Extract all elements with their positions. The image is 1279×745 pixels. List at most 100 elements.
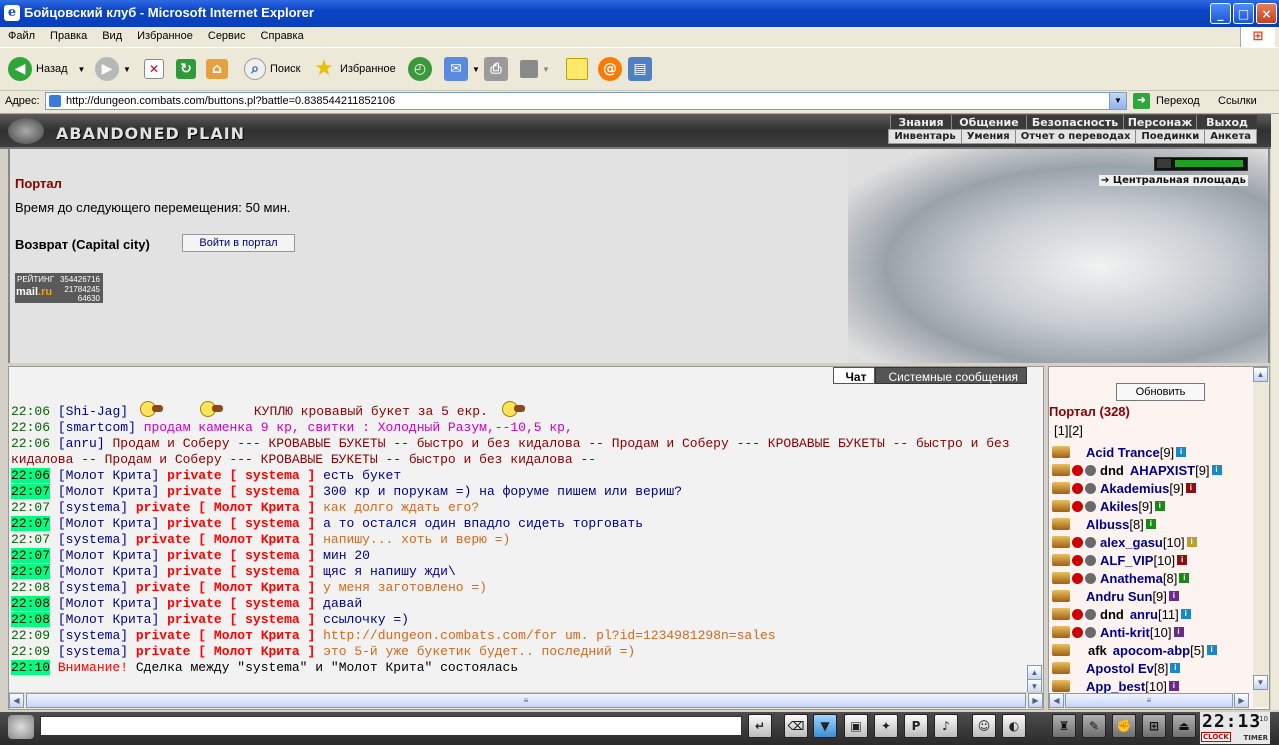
nav-knowledge[interactable]: Знания <box>890 115 951 129</box>
chat-nick[interactable]: [systema] <box>58 628 128 643</box>
scroll-icon[interactable]: ✎ <box>1082 714 1106 738</box>
chat-nick[interactable]: [Молот Крита] <box>58 548 159 563</box>
minimize-icon[interactable]: _ <box>1210 3 1231 24</box>
chevron-down-icon[interactable]: ▼ <box>1109 93 1126 109</box>
info-icon[interactable]: i <box>1154 501 1165 511</box>
scroll-left-icon[interactable]: ◀ <box>1049 693 1064 708</box>
chat-nick[interactable]: [smartcom] <box>58 420 136 435</box>
user-name[interactable]: Akademius <box>1100 481 1169 496</box>
links-button[interactable]: Ссылки <box>1218 95 1257 107</box>
chat-time[interactable]: 22:10 <box>11 660 51 675</box>
info-icon[interactable]: i <box>1170 663 1181 673</box>
page-scrollbar[interactable] <box>1271 114 1279 710</box>
private-message-icon[interactable] <box>1052 536 1070 548</box>
private-tag[interactable]: private [ Молот Крита ] <box>136 500 315 515</box>
menu-file[interactable]: Файл <box>0 27 42 42</box>
info-icon[interactable]: i <box>1168 591 1179 601</box>
enter-portal-button[interactable]: Войти в портал <box>182 234 295 252</box>
chat-time[interactable]: 22:07 <box>11 516 51 531</box>
bag-icon[interactable]: ⊞ <box>1142 714 1166 738</box>
menu-tools[interactable]: Сервис <box>200 27 253 42</box>
chat-time[interactable]: 22:08 <box>11 580 50 595</box>
user-name[interactable]: Anti-krit <box>1100 625 1150 640</box>
scroll-thumb[interactable]: ≡ <box>26 693 1026 708</box>
info-icon[interactable]: i <box>1177 555 1188 565</box>
private-message-icon[interactable] <box>1052 662 1070 674</box>
eraser-icon[interactable]: ⌫ <box>784 714 808 738</box>
location-link[interactable]: ➔ Центральная площадь <box>1098 175 1248 186</box>
chat-nick[interactable]: [Молот Крита] <box>58 516 159 531</box>
chat-time[interactable]: 22:07 <box>11 564 51 579</box>
user-scrollbar[interactable]: ▲ ▼ <box>1253 367 1269 707</box>
send-icon[interactable]: ↵ <box>748 714 772 738</box>
user-name[interactable]: АНАРХIST <box>1130 463 1195 478</box>
notes-button[interactable] <box>566 55 592 83</box>
mail-button[interactable]: ✉ ▼ <box>444 55 480 83</box>
private-tag[interactable]: private [ systema ] <box>167 564 315 579</box>
private-message-icon[interactable] <box>1052 482 1070 494</box>
info-icon[interactable]: i <box>1168 681 1179 691</box>
nav-communication[interactable]: Общение <box>951 115 1026 129</box>
chat-time[interactable]: 22:09 <box>11 628 50 643</box>
private-tag[interactable]: private [ Молот Крита ] <box>136 644 315 659</box>
chat-time[interactable]: 22:07 <box>11 548 51 563</box>
chat-nick[interactable]: [systema] <box>58 644 128 659</box>
chat-nick[interactable]: [systema] <box>58 532 128 547</box>
stop-button[interactable]: ✕ <box>144 55 168 83</box>
chat-nick[interactable]: [Молот Крита] <box>58 612 159 627</box>
chevron-down-icon[interactable]: ▼ <box>123 65 131 74</box>
info-icon[interactable]: i <box>1186 537 1197 547</box>
user-name[interactable]: alex_gasu <box>1100 535 1163 550</box>
refresh-users-button[interactable]: Обновить <box>1116 383 1205 401</box>
menu-view[interactable]: Вид <box>94 27 129 42</box>
nav-transfers[interactable]: Отчет о переводах <box>1014 130 1136 143</box>
user-hscrollbar[interactable]: ◀ ≡ ▶ <box>1049 693 1249 709</box>
chat-time[interactable]: 22:09 <box>11 644 50 659</box>
chat-nick[interactable]: [Молот Крита] <box>58 468 159 483</box>
messenger-button[interactable]: @ <box>598 55 626 83</box>
history-button[interactable]: ◴ <box>408 55 436 83</box>
exit-icon[interactable]: ⏏ <box>1172 714 1196 738</box>
scroll-up-icon[interactable]: ▲ <box>1253 367 1268 382</box>
chat-time[interactable]: 22:07 <box>11 532 50 547</box>
fist-icon[interactable]: ✊ <box>1112 714 1136 738</box>
private-tag[interactable]: private [ systema ] <box>167 468 315 483</box>
chat-nick[interactable]: [Молот Крита] <box>58 564 159 579</box>
room-pages[interactable]: [1][2] <box>1054 423 1083 438</box>
nav-exit[interactable]: Выход <box>1196 115 1257 129</box>
info-icon[interactable]: i <box>1145 519 1156 529</box>
edit-button[interactable]: ▼ <box>520 55 550 83</box>
run-icon[interactable]: ✦ <box>874 714 898 738</box>
nav-security[interactable]: Безопасность <box>1026 115 1123 129</box>
private-message-icon[interactable] <box>1052 554 1070 566</box>
forward-button[interactable]: ▶ ▼ <box>95 55 131 83</box>
info-icon[interactable]: i <box>1211 465 1222 475</box>
private-tag[interactable]: private [ systema ] <box>167 516 315 531</box>
private-tag[interactable]: private [ systema ] <box>167 596 315 611</box>
user-name[interactable]: Acid Trance <box>1086 445 1160 460</box>
filter-icon[interactable]: ▼ <box>813 714 837 738</box>
chat-time[interactable]: 22:06 <box>11 436 50 451</box>
user-name[interactable]: Andru Sun <box>1086 589 1152 604</box>
menu-edit[interactable]: Правка <box>42 27 94 42</box>
user-name[interactable]: Apostol Ev <box>1086 661 1154 676</box>
scroll-up-icon[interactable]: ▲ <box>1027 665 1042 680</box>
nav-profile[interactable]: Анкета <box>1204 130 1256 143</box>
chat-nick[interactable]: [Молот Крита] <box>58 596 159 611</box>
go-button[interactable]: ➜ Переход <box>1133 93 1200 109</box>
chat-nick[interactable]: [anru] <box>58 436 105 451</box>
scroll-thumb[interactable]: ≡ <box>1065 693 1233 708</box>
favorites-button[interactable]: ★ Избранное <box>312 55 396 83</box>
clock-label[interactable]: CLOCK <box>1201 732 1231 742</box>
back-button[interactable]: ◀ Назад ▼ <box>8 55 85 83</box>
menu-help[interactable]: Справка <box>253 27 311 42</box>
refresh-button[interactable]: ↻ <box>176 55 200 83</box>
private-tag[interactable]: private [ Молот Крита ] <box>136 532 315 547</box>
user-name[interactable]: ALF_VIP <box>1100 553 1153 568</box>
private-message-icon[interactable] <box>1052 590 1070 602</box>
private-message-icon[interactable] <box>1052 518 1070 530</box>
chat-time[interactable]: 22:07 <box>11 500 50 515</box>
print-button[interactable]: ⎙ <box>484 55 512 83</box>
chat-nick[interactable]: [Молот Крита] <box>58 484 159 499</box>
info-icon[interactable]: i <box>1185 483 1196 493</box>
